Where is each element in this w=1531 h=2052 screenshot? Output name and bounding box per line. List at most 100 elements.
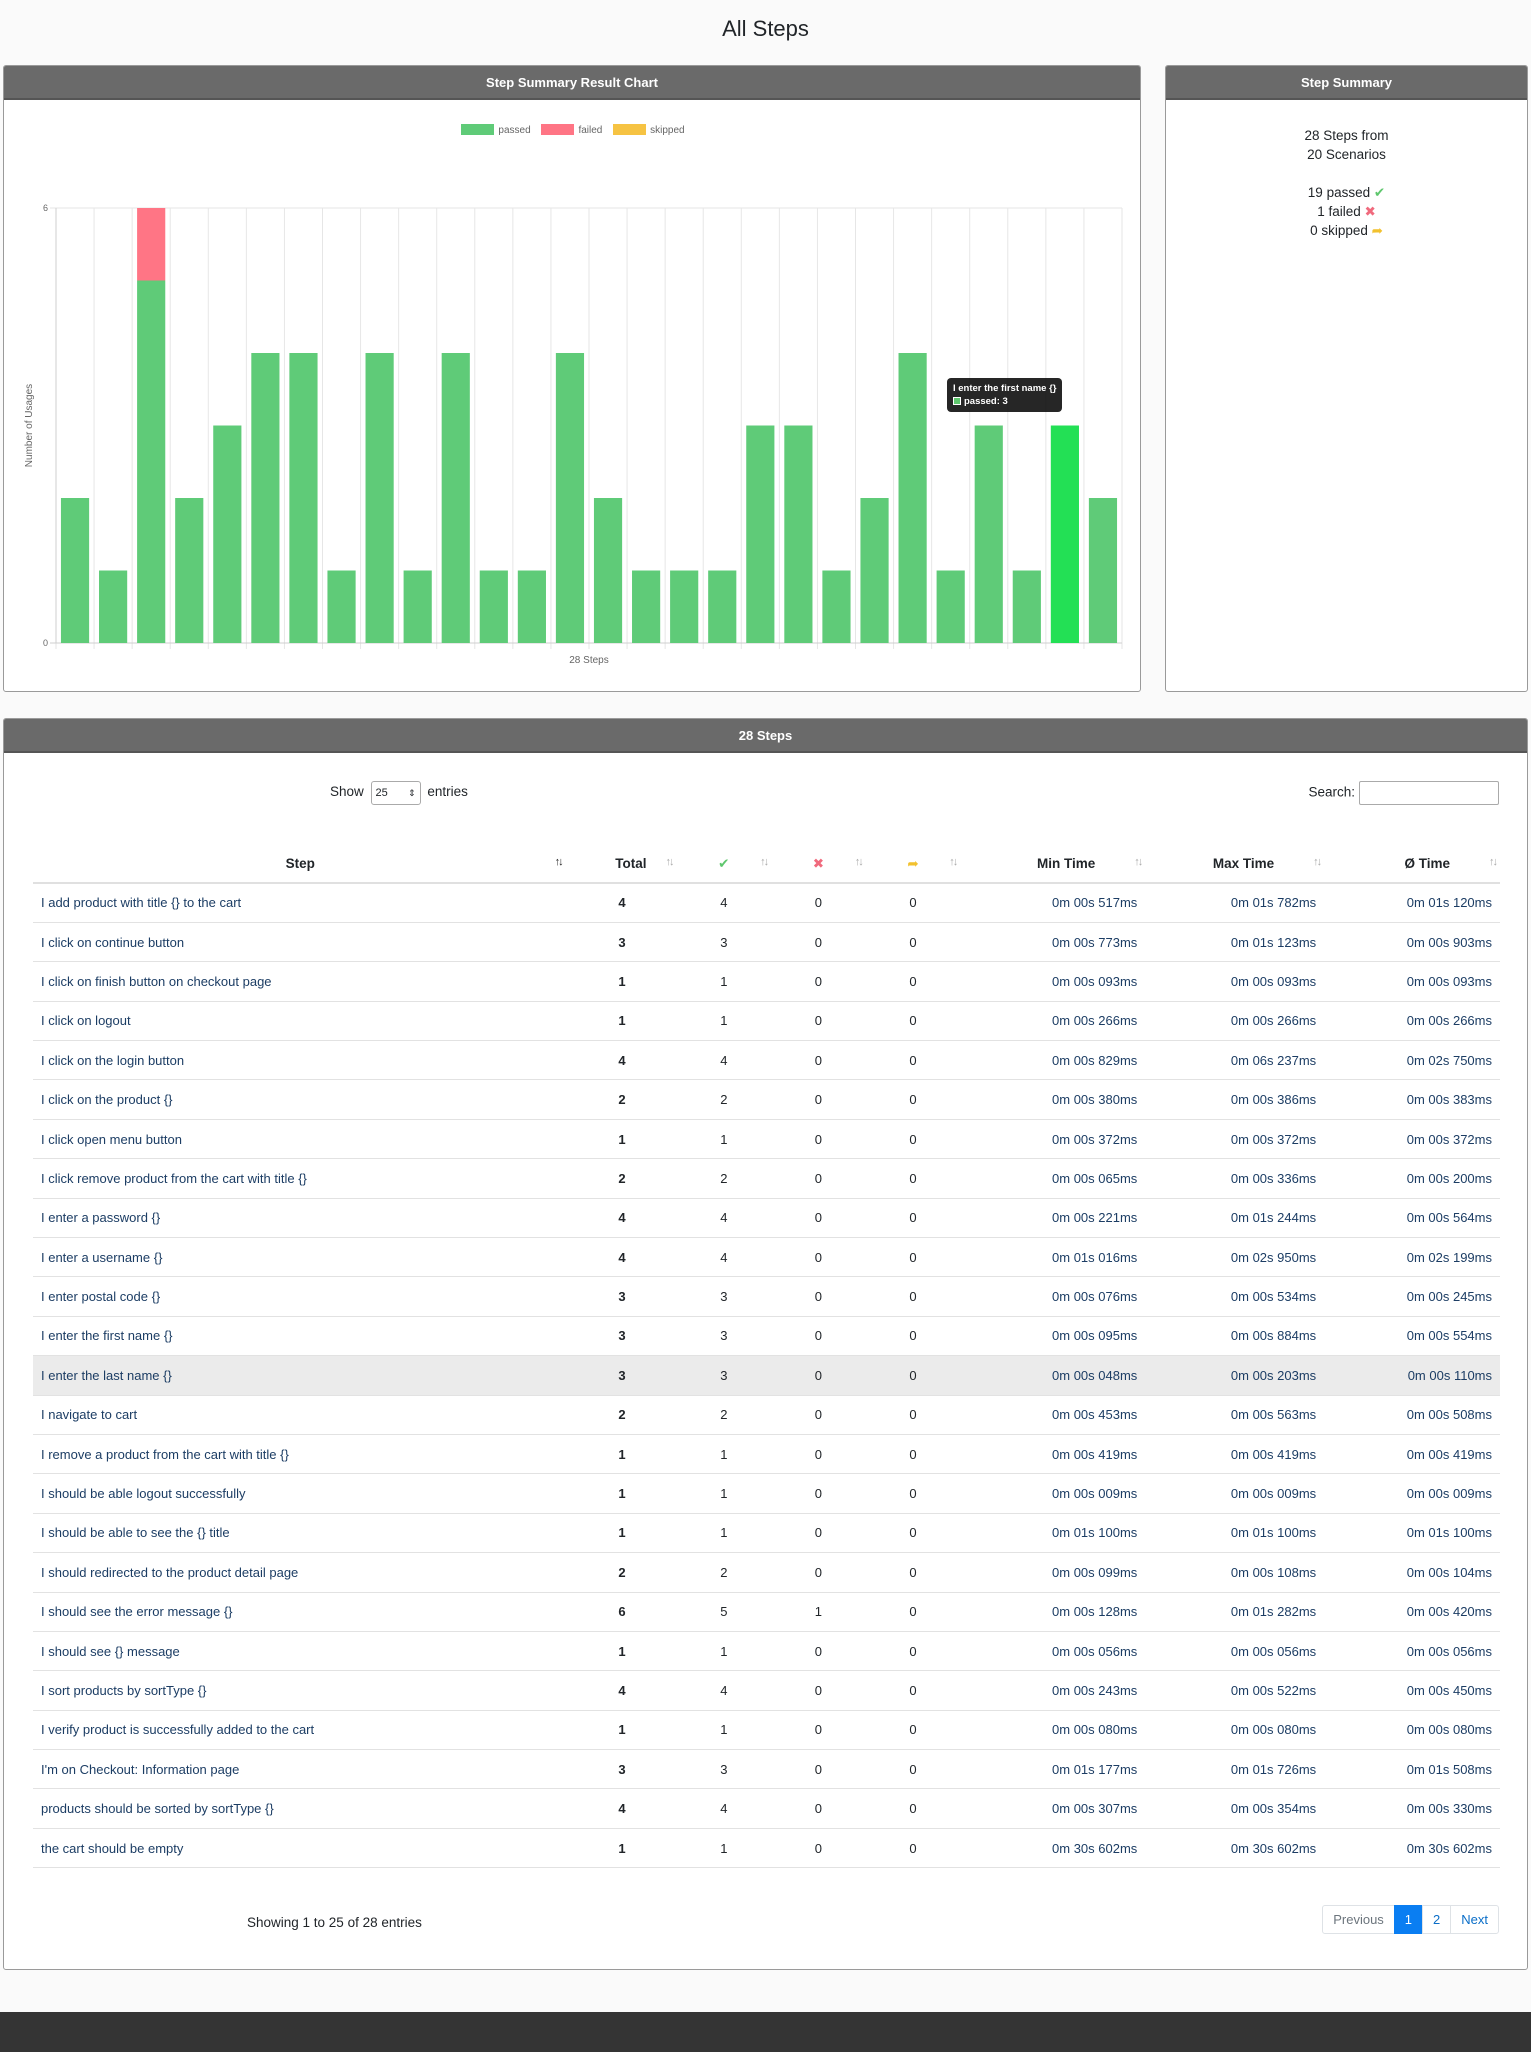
search-input[interactable] <box>1359 781 1499 805</box>
avg-time-cell: 0m 00s 080ms <box>1324 1710 1500 1751</box>
max-time-cell: 0m 30s 602ms <box>1145 1828 1325 1869</box>
step-name-cell: I should be able logout successfully <box>33 1473 568 1514</box>
col-max-time[interactable]: Max Time ↑↓ <box>1145 845 1325 884</box>
max-time-cell: 0m 00s 336ms <box>1145 1158 1325 1199</box>
table-row[interactable]: I click open menu button 1 1 0 0 0m 00s 372ms… <box>33 1119 1500 1160</box>
y-tick-label: 6 <box>43 203 48 213</box>
col-total[interactable]: Total ↑↓ <box>567 845 677 884</box>
footer <box>0 2012 1531 2052</box>
table-row[interactable]: I click on continue button 3 3 0 0 0m 00s 773… <box>33 922 1500 963</box>
table-row[interactable]: I click on logout 1 1 0 0 0m 00s 266ms 0m 00s … <box>33 1001 1500 1042</box>
table-row[interactable]: I enter a username {} 4 4 0 0 0m 01s 016ms 0m … <box>33 1237 1500 1278</box>
max-time-cell: 0m 00s 203ms <box>1145 1355 1325 1396</box>
tooltip-title: I enter the first name {} <box>953 383 1057 394</box>
cross-icon: ✖ <box>812 855 825 871</box>
failed-cell: 0 <box>771 1670 866 1711</box>
max-time-cell: 0m 00s 884ms <box>1145 1316 1325 1357</box>
total-cell: 1 <box>567 1631 677 1672</box>
pager-page-1[interactable]: 1 <box>1393 1905 1424 1934</box>
bar-passed <box>99 570 128 643</box>
pager-next-button[interactable]: Next <box>1450 1905 1499 1934</box>
table-row[interactable]: I'm on Checkout: Information page 3 3 0 0 0m … <box>33 1749 1500 1790</box>
skipped-cell: 0 <box>865 1079 961 1120</box>
passed-cell: 1 <box>676 1001 772 1042</box>
bar-passed <box>936 570 965 643</box>
table-row[interactable]: I sort products by sortType {} 4 4 0 0 0m 00s… <box>33 1670 1500 1711</box>
failed-cell: 0 <box>771 1788 866 1829</box>
skipped-cell: 0 <box>865 1040 961 1081</box>
page-length-select[interactable]: 25 ⇕ <box>370 781 421 805</box>
bar-passed <box>365 353 394 643</box>
table-row[interactable]: I enter the last name {} 3 3 0 0 0m 00s 048ms… <box>33 1355 1500 1396</box>
bar-passed <box>403 570 432 643</box>
col-step[interactable]: Step ↑↓ <box>33 845 568 884</box>
table-row[interactable]: I navigate to cart 2 2 0 0 0m 00s 453ms 0m 00s… <box>33 1395 1500 1435</box>
skipped-cell: 0 <box>865 1631 961 1672</box>
failed-cell: 0 <box>771 1198 866 1239</box>
min-time-cell: 0m 00s 307ms <box>960 1788 1146 1829</box>
passed-cell: 4 <box>676 1237 772 1278</box>
passed-cell: 3 <box>676 1355 772 1396</box>
max-time-cell: 0m 00s 386ms <box>1145 1079 1325 1120</box>
table-row[interactable]: I should redirected to the product detai… <box>33 1552 1500 1593</box>
table-row[interactable]: I enter the first name {} 3 3 0 0 0m 00s 095m… <box>33 1316 1500 1357</box>
passed-cell: 2 <box>676 1395 772 1435</box>
search-control: Search: <box>1308 781 1499 805</box>
sort-icon: ↑↓ <box>949 855 958 868</box>
table-row[interactable]: I should see {} message 1 1 0 0 0m 00s 056ms 0… <box>33 1631 1500 1672</box>
col-passed[interactable]: ✔ ↑↓ <box>676 845 772 884</box>
failed-cell: 0 <box>771 1158 866 1199</box>
max-time-cell: 0m 00s 563ms <box>1145 1395 1325 1435</box>
min-time-cell: 0m 00s 009ms <box>960 1473 1146 1514</box>
failed-cell: 0 <box>771 1552 866 1593</box>
min-time-cell: 0m 00s 095ms <box>960 1316 1146 1357</box>
table-row[interactable]: I click on finish button on checkout pag… <box>33 961 1500 1002</box>
step-name-cell: I should be able to see the {} title <box>33 1513 568 1554</box>
summary-passed: 19 passed ✔ <box>1307 185 1386 200</box>
total-cell: 1 <box>567 1434 677 1475</box>
table-row[interactable]: I should be able logout successfully 1 1 0 0… <box>33 1473 1500 1514</box>
table-row[interactable]: products should be sorted by sortType {}… <box>33 1788 1500 1829</box>
col-min-time[interactable]: Min Time ↑↓ <box>960 845 1146 884</box>
table-row[interactable]: I click on the login button 4 4 0 0 0m 00s 82… <box>33 1040 1500 1081</box>
total-cell: 1 <box>567 1710 677 1751</box>
table-row[interactable]: I enter a password {} 4 4 0 0 0m 00s 221ms 0m … <box>33 1198 1500 1239</box>
page-title: All Steps <box>722 16 809 41</box>
min-time-cell: 0m 00s 419ms <box>960 1434 1146 1475</box>
table-row[interactable]: I click remove product from the cart wit… <box>33 1158 1500 1199</box>
table-row[interactable]: I should see the error message {} 6 5 1 0 0m … <box>33 1592 1500 1632</box>
step-name-cell: I should see the error message {} <box>33 1592 568 1632</box>
max-time-cell: 0m 00s 266ms <box>1145 1001 1325 1042</box>
min-time-cell: 0m 00s 266ms <box>960 1001 1146 1042</box>
failed-cell: 0 <box>771 961 866 1002</box>
pager-previous-button[interactable]: Previous <box>1322 1905 1395 1934</box>
summary-scenarios-count: 20 Scenarios <box>1307 147 1386 162</box>
failed-cell: 0 <box>771 1276 866 1317</box>
col-skipped[interactable]: ➦ ↑↓ <box>865 845 961 884</box>
table-row[interactable]: I click on the product {} 2 2 0 0 0m 00s 380m… <box>33 1079 1500 1120</box>
table-row[interactable]: I add product with title {} to the cart 4… <box>33 883 1500 923</box>
avg-time-cell: 0m 01s 508ms <box>1324 1749 1500 1790</box>
table-row[interactable]: the cart should be empty 1 1 0 0 0m 30s 602ms… <box>33 1828 1500 1869</box>
max-time-cell: 0m 00s 108ms <box>1145 1552 1325 1593</box>
chart-tooltip: I enter the first name {} passed: 3 <box>947 378 1063 412</box>
avg-time-cell: 0m 00s 383ms <box>1324 1079 1500 1120</box>
bar-passed <box>1088 498 1118 643</box>
failed-cell: 0 <box>771 1001 866 1042</box>
steps-table: Step ↑↓ Total ↑↓ ✔ ↑↓ ✖ ↑↓ ➦ ↑↓ Min Time ↑↓ Ma… <box>33 845 1500 1869</box>
table-row[interactable]: I remove a product from the cart with ti… <box>33 1434 1500 1475</box>
pager-page-2[interactable]: 2 <box>1422 1905 1452 1934</box>
col-failed[interactable]: ✖ ↑↓ <box>771 845 866 884</box>
table-row[interactable]: I enter postal code {} 3 3 0 0 0m 00s 076ms 0m… <box>33 1276 1500 1317</box>
total-cell: 1 <box>567 1001 677 1042</box>
table-row[interactable]: I should be able to see the {} title 1 1 0 0… <box>33 1513 1500 1554</box>
table-row[interactable]: I verify product is successfully added t… <box>33 1710 1500 1751</box>
col-avg-time[interactable]: Ø Time ↑↓ <box>1324 845 1500 884</box>
table-header-row: Step ↑↓ Total ↑↓ ✔ ↑↓ ✖ ↑↓ ➦ ↑↓ Min Time ↑↓ Ma… <box>33 845 1500 884</box>
bar-passed <box>632 570 661 643</box>
min-time-cell: 0m 00s 453ms <box>960 1395 1146 1435</box>
max-time-cell: 0m 00s 080ms <box>1145 1710 1325 1751</box>
cross-icon: ✖ <box>1364 204 1376 219</box>
passed-cell: 1 <box>676 1119 772 1160</box>
passed-cell: 5 <box>676 1592 772 1632</box>
